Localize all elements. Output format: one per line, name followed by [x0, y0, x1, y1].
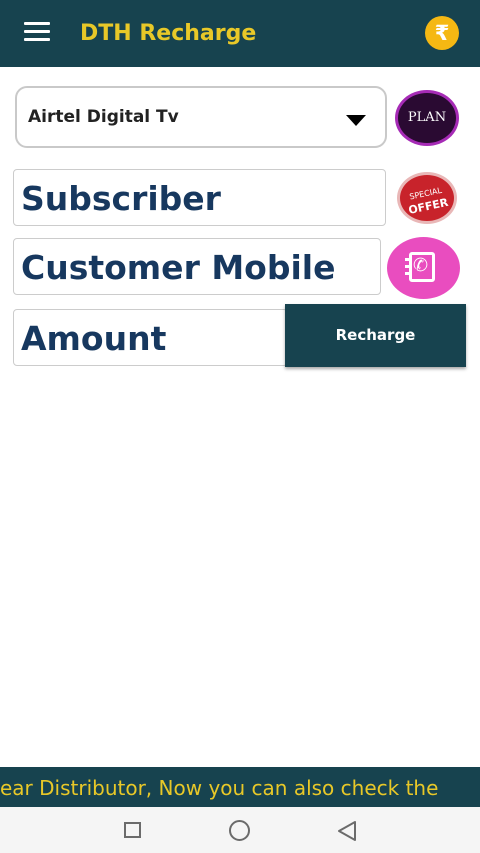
- rupee-coin-icon[interactable]: ₹: [425, 16, 459, 50]
- page-title: DTH Recharge: [80, 21, 257, 46]
- recharge-button[interactable]: Recharge: [285, 304, 466, 367]
- app-bar: DTH Recharge ₹: [0, 0, 480, 67]
- circle-icon[interactable]: [229, 820, 250, 841]
- subscriber-field[interactable]: Subscriber: [13, 169, 386, 226]
- caret-down-icon: [346, 115, 366, 126]
- special-offer-icon[interactable]: SPECIAL OFFER: [397, 172, 457, 224]
- customer-mobile-field[interactable]: Customer Mobile: [13, 238, 381, 295]
- amount-placeholder: Amount: [21, 319, 167, 358]
- plan-button[interactable]: PLAN: [395, 90, 459, 146]
- subscriber-placeholder: Subscriber: [21, 179, 221, 218]
- contact-book-icon[interactable]: ✆: [387, 237, 460, 299]
- operator-dropdown[interactable]: Airtel Digital Tv: [15, 86, 387, 148]
- hamburger-menu-icon[interactable]: [24, 22, 50, 42]
- square-icon[interactable]: [124, 822, 141, 838]
- customer-mobile-placeholder: Customer Mobile: [21, 248, 336, 287]
- operator-selected-value: Airtel Digital Tv: [28, 107, 179, 127]
- announcement-marquee: ear Distributor, Now you can also check …: [0, 767, 480, 807]
- marquee-text: ear Distributor, Now you can also check …: [0, 776, 439, 800]
- system-nav-bar: [0, 807, 480, 853]
- triangle-back-icon[interactable]: [336, 820, 358, 842]
- amount-field[interactable]: Amount: [13, 309, 288, 366]
